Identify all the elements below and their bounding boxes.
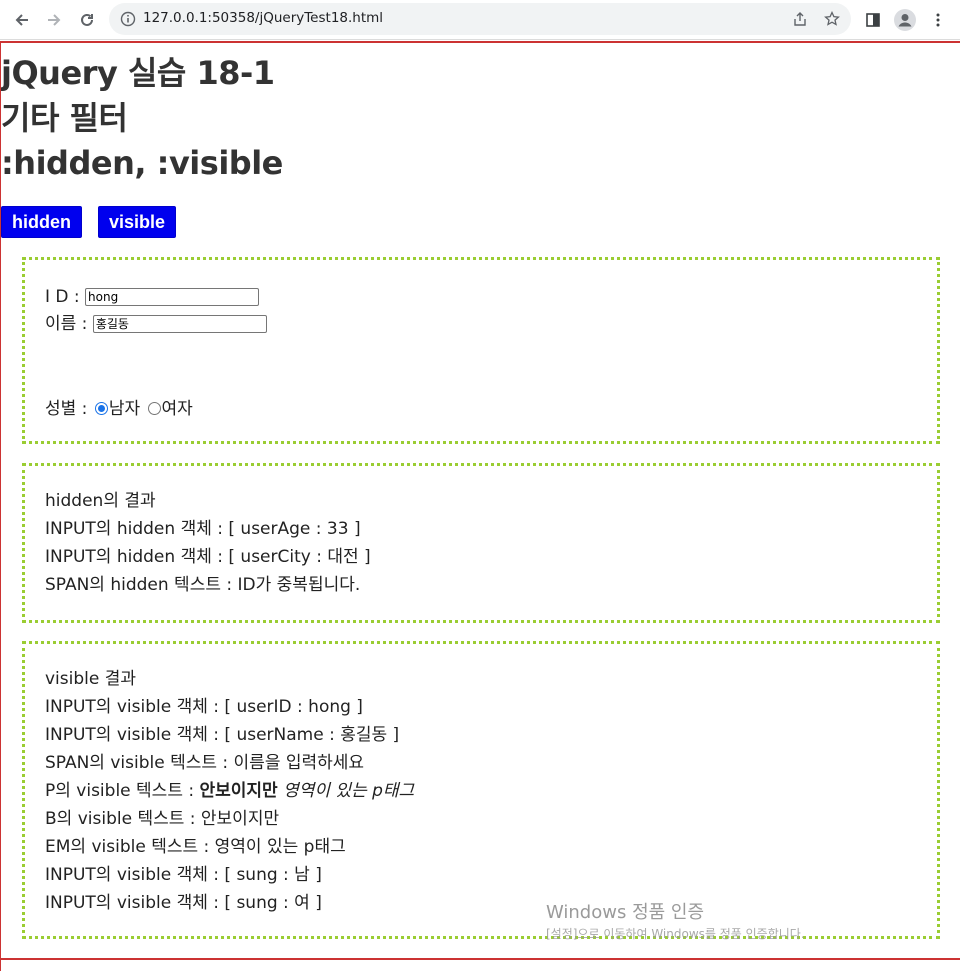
bookmark-star-icon[interactable] [823,10,841,28]
visible-result-box: visible 결과 INPUT의 visible 객체 : [ userID … [22,641,940,939]
browser-toolbar: 127.0.0.1:50358/jQueryTest18.html [0,0,960,40]
gender-label: 성별 : [45,399,88,419]
visible-result-line: INPUT의 visible 객체 : [ userID : hong ] [45,697,363,717]
visible-result-line: B의 visible 텍스트 : 안보이지만 [45,809,280,829]
p-line-bold: 안보이지만 [199,781,278,801]
visible-result-line: INPUT의 visible 객체 : [ sung : 여 ] [45,893,322,913]
gender-radio-female[interactable] [147,401,161,415]
title-line-1: jQuery 실습 18-1 [1,54,275,92]
page-title: jQuery 실습 18-1 기타 필터 :hidden, :visible [1,51,283,186]
name-input[interactable]: 홍길동 [92,315,267,333]
menu-kebab-icon[interactable] [926,8,950,32]
visible-result-title: visible 결과 [45,669,137,689]
name-row: 이름 : 홍길동 [45,310,267,338]
p-line-prefix: P의 visible 텍스트 : [45,781,200,801]
back-icon[interactable] [10,8,34,32]
hidden-button[interactable]: hidden [1,206,82,238]
visible-result-line: EM의 visible 텍스트 : 영역이 있는 p태그 [45,837,346,857]
form-box: I D : hong 이름 : 홍길동 성별 : 남자 여자 [22,257,940,444]
visible-result-line: INPUT의 visible 객체 : [ userName : 홍길동 ] [45,725,400,745]
share-icon[interactable] [791,10,809,28]
p-line-italic: 영역이 있는 p태그 [277,781,415,801]
visible-button[interactable]: visible [98,206,177,238]
side-panel-icon[interactable] [861,8,885,32]
page-content: jQuery 실습 18-1 기타 필터 :hidden, :visible h… [0,41,960,971]
url-text[interactable]: 127.0.0.1:50358/jQueryTest18.html [143,10,383,26]
hidden-result-line: SPAN의 hidden 텍스트 : ID가 중복됩니다. [45,575,361,595]
hidden-result-line: INPUT의 hidden 객체 : [ userAge : 33 ] [45,519,361,539]
reload-icon[interactable] [75,8,99,32]
title-line-3: :hidden, :visible [1,144,283,182]
page-bottom-border [0,958,960,960]
id-input[interactable]: hong [85,288,260,306]
hidden-result-title: hidden의 결과 [45,491,156,511]
gender-radio-male[interactable] [94,401,108,415]
visible-result-p-line: P의 visible 텍스트 : 안보이지만 영역이 있는 p태그 [45,777,414,805]
gender-option-male: 남자 [108,399,141,419]
title-line-2: 기타 필터 [1,99,128,137]
profile-avatar-icon[interactable] [893,8,917,32]
hidden-result-line: INPUT의 hidden 객체 : [ userCity : 대전 ] [45,547,371,567]
name-label: 이름 : [45,314,88,334]
hidden-result-box: hidden의 결과 INPUT의 hidden 객체 : [ userAge … [22,463,940,623]
visible-result-line: SPAN의 visible 텍스트 : 이름을 입력하세요 [45,753,365,773]
forward-icon[interactable] [42,8,66,32]
gender-option-female: 여자 [161,399,193,419]
address-bar[interactable]: 127.0.0.1:50358/jQueryTest18.html [109,3,851,35]
gender-row: 성별 : 남자 여자 [45,395,193,423]
id-label: I D : [45,287,80,307]
site-info-icon[interactable] [119,10,137,28]
visible-result-line: INPUT의 visible 객체 : [ sung : 남 ] [45,865,322,885]
id-row: I D : hong [45,283,260,311]
